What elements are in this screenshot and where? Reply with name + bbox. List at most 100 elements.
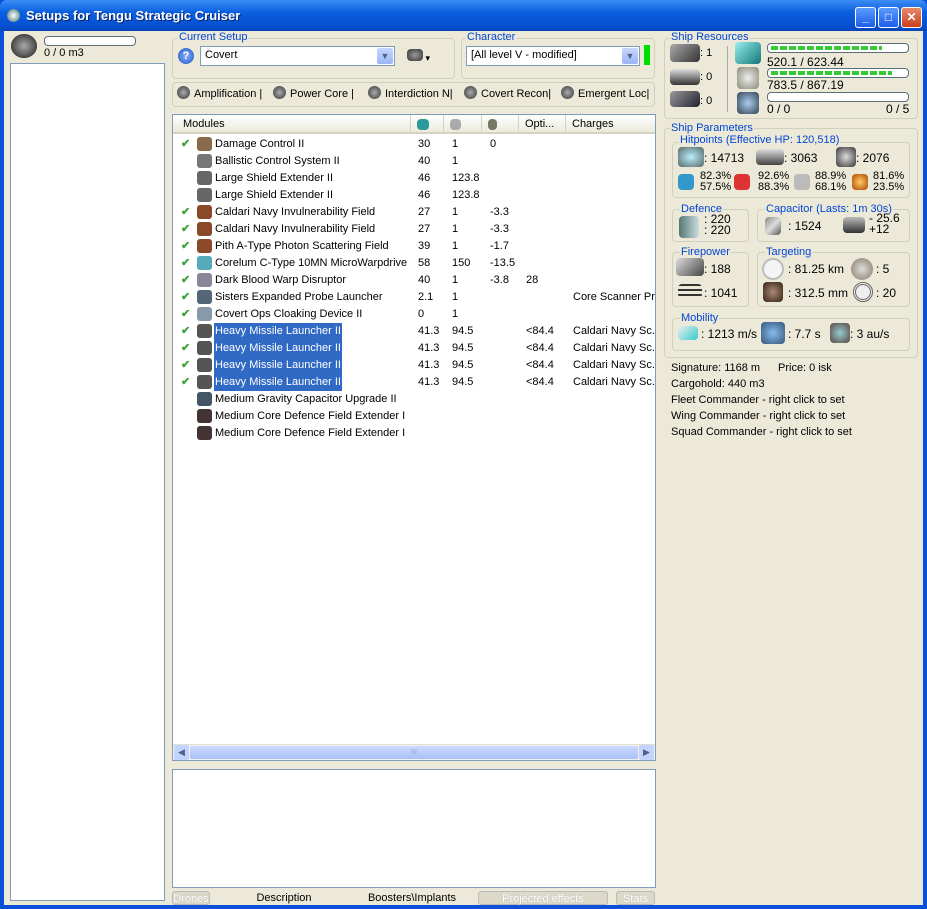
squad-commander[interactable]: Squad Commander - right click to set [671, 426, 852, 438]
tab-boosters-implants[interactable]: Boosters\Implants [360, 891, 464, 905]
module-cpu: 30 [418, 138, 431, 150]
armor-icon [756, 149, 784, 165]
module-row[interactable]: ✔ Dark Blood Warp Disruptor 40 1 -3.8 28 [173, 272, 655, 289]
horizontal-scrollbar[interactable]: ◀ III ▶ [173, 744, 655, 760]
module-row[interactable]: Medium Gravity Capacitor Upgrade II [173, 391, 655, 408]
module-icon [197, 171, 212, 185]
targeting-range: : 81.25 km [788, 262, 845, 276]
fleet-commander[interactable]: Fleet Commander - right click to set [671, 394, 845, 406]
module-row[interactable]: ✔ Corelum C-Type 10MN MicroWarpdrive 58 150… [173, 255, 655, 272]
module-icon [197, 154, 212, 168]
cargo-list[interactable] [10, 63, 165, 901]
subsystem-power-core[interactable]: Power Core | [273, 86, 354, 100]
armor-hp: : 3063 [784, 151, 818, 165]
module-icon [197, 273, 212, 287]
subsystem-icon [464, 86, 477, 99]
tab-projected-effects[interactable]: Projected effects [478, 891, 608, 905]
turret-icon [670, 44, 700, 62]
description-box[interactable] [172, 769, 656, 888]
close-button[interactable]: ✕ [901, 7, 922, 28]
module-icon [197, 222, 212, 236]
module-charges: Caldari Navy Sc.. [573, 325, 656, 337]
header-charges[interactable]: Charges [566, 115, 655, 133]
subsystem-emergent-locus[interactable]: Emergent Loc| [561, 86, 649, 100]
wing-commander[interactable]: Wing Commander - right click to set [671, 410, 845, 422]
header-cpu[interactable] [411, 115, 444, 133]
check-icon: ✔ [181, 257, 191, 269]
module-name: Heavy Missile Launcher II [214, 323, 342, 340]
module-row[interactable]: Medium Core Defence Field Extender I [173, 425, 655, 442]
module-cpu: 46 [418, 172, 431, 184]
tab-stats[interactable]: Stats [616, 891, 655, 905]
launcher-icon [670, 69, 700, 85]
drone-count-text: 0 / 5 [886, 102, 910, 116]
maximize-button[interactable]: □ [878, 7, 899, 28]
drone-bandwidth-text: 0 / 0 [767, 102, 791, 116]
module-cpu: 58 [418, 257, 431, 269]
cargohold: Cargohold: 440 m3 [671, 378, 765, 390]
subsystem-covert-recon[interactable]: Covert Recon| [464, 86, 551, 100]
launcher-slots: : 0 [700, 71, 713, 83]
module-row[interactable]: ✔ Heavy Missile Launcher II 41.3 94.5 <84.4 C… [173, 323, 655, 340]
scroll-right-button[interactable]: ▶ [639, 745, 654, 760]
subsystem-icon [273, 86, 286, 99]
setup-select[interactable]: Covert ▼ [200, 46, 395, 66]
scroll-thumb[interactable]: III [190, 746, 638, 759]
module-row[interactable]: ✔ Sisters Expanded Probe Launcher 2.1 1 Core… [173, 289, 655, 306]
sensor-strength-icon [853, 282, 873, 302]
module-row[interactable]: Large Shield Extender II 46 123.8 [173, 170, 655, 187]
header-capacitor[interactable] [482, 115, 519, 133]
subsystem-amplification[interactable]: Amplification | [177, 86, 262, 100]
header-optimal[interactable]: Opti... [519, 115, 566, 133]
armor-kinetic: 68.1% [815, 181, 847, 193]
module-row[interactable]: Ballistic Control System II 40 1 [173, 153, 655, 170]
module-row[interactable]: ✔ Heavy Missile Launcher II 41.3 94.5 <84.4 C… [173, 340, 655, 357]
help-icon[interactable]: ? [178, 48, 194, 64]
module-power: 1 [452, 138, 459, 150]
module-power: 1 [452, 308, 459, 320]
module-capacitor: -3.8 [490, 274, 509, 286]
module-name: Medium Core Defence Field Extender I [215, 427, 406, 439]
powergrid-icon [737, 67, 759, 89]
subsystem-interdiction[interactable]: Interdiction N| [368, 86, 453, 100]
check-icon: ✔ [181, 240, 191, 252]
header-power[interactable] [444, 115, 482, 133]
armor-explosive: 23.5% [873, 181, 905, 193]
header-modules[interactable]: Modules [177, 115, 411, 133]
module-row[interactable]: Medium Core Defence Field Extender I [173, 408, 655, 425]
subsystem-label: Interdiction N| [385, 88, 453, 100]
cpu-text: 520.1 / 623.44 [767, 55, 844, 69]
module-charges: Core Scanner Pr. [573, 291, 656, 303]
module-icon [197, 426, 212, 440]
module-row[interactable]: ✔ Heavy Missile Launcher II 41.3 94.5 <84.4 C… [173, 357, 655, 374]
module-capacitor: -3.3 [490, 206, 509, 218]
shield-icon [678, 147, 704, 167]
tab-description[interactable]: Description [232, 891, 336, 905]
module-power: 94.5 [452, 376, 474, 388]
module-optimal: <84.4 [526, 359, 554, 371]
character-select[interactable]: [All level V - modified] ▼ [466, 46, 640, 66]
modules-list[interactable]: Modules Opti... Charges ✔ Damage Control … [172, 114, 656, 761]
module-row[interactable]: ✔ Heavy Missile Launcher II 41.3 94.5 <84.4 C… [173, 374, 655, 391]
defence-icon [679, 216, 699, 238]
module-optimal: <84.4 [526, 342, 554, 354]
max-velocity: : 1213 m/s [701, 327, 758, 341]
ship-menu-button[interactable]: ▾ [407, 49, 435, 63]
tab-drones[interactable]: Drones [172, 891, 210, 905]
warp-speed: : 3 au/s [850, 327, 890, 341]
em-resist: 82.3% 57.5% [700, 171, 731, 193]
module-row[interactable]: ✔ Caldari Navy Invulnerability Field 27 1 -3… [173, 221, 655, 238]
module-row[interactable]: ✔ Damage Control II 30 1 0 [173, 136, 655, 153]
module-row[interactable]: ✔ Covert Ops Cloaking Device II 0 1 [173, 306, 655, 323]
minimize-button[interactable]: _ [855, 7, 876, 28]
armor-em: 57.5% [700, 181, 732, 193]
module-icon [197, 239, 212, 253]
range-icon [762, 258, 784, 280]
module-row[interactable]: ✔ Caldari Navy Invulnerability Field 27 1 -3… [173, 204, 655, 221]
module-row[interactable]: Large Shield Extender II 46 123.8 [173, 187, 655, 204]
scroll-left-button[interactable]: ◀ [174, 745, 189, 760]
module-row[interactable]: ✔ Pith A-Type Photon Scattering Field 39 1 -… [173, 238, 655, 255]
thermal-resist-icon [734, 174, 750, 190]
ship-icon [407, 49, 423, 61]
module-icon [197, 409, 212, 423]
